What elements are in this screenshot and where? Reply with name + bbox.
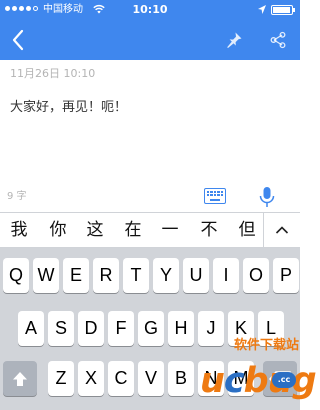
key-r[interactable]: R (93, 258, 119, 293)
key-l[interactable]: L (258, 311, 284, 346)
key-k[interactable]: K (228, 311, 254, 346)
keyboard-icon (207, 191, 223, 196)
shift-key[interactable] (3, 361, 37, 396)
key-y[interactable]: Y (153, 258, 179, 293)
nav-bar (0, 20, 300, 60)
key-i[interactable]: I (213, 258, 239, 293)
battery-icon (271, 5, 295, 15)
pin-button[interactable] (222, 28, 246, 52)
key-o[interactable]: O (243, 258, 269, 293)
candidate-word[interactable]: 这 (80, 213, 110, 247)
pin-icon (227, 32, 242, 48)
key-q[interactable]: Q (3, 258, 29, 293)
keyboard: Q W E R T Y U I O P A S D F G H J K L Z … (0, 248, 300, 410)
candidate-word[interactable]: 你 (43, 213, 73, 247)
key-u[interactable]: U (183, 258, 209, 293)
key-s[interactable]: S (48, 311, 74, 346)
key-m[interactable]: M (228, 361, 254, 396)
key-x[interactable]: X (78, 361, 104, 396)
candidate-bar: 我 你 这 在 一 不 但 (0, 212, 300, 248)
candidate-expand-button[interactable] (263, 213, 300, 247)
char-count: 9 字 (7, 191, 27, 202)
key-c[interactable]: C (108, 361, 134, 396)
chevron-up-icon (275, 226, 289, 234)
back-button[interactable] (4, 24, 32, 56)
key-t[interactable]: T (123, 258, 149, 293)
backspace-icon (269, 371, 291, 387)
candidate-word[interactable]: 一 (155, 213, 185, 247)
key-a[interactable]: A (18, 311, 44, 346)
keyboard-toggle-button[interactable] (204, 188, 226, 204)
key-e[interactable]: E (63, 258, 89, 293)
key-b[interactable]: B (168, 361, 194, 396)
share-icon (270, 31, 286, 49)
candidate-word[interactable]: 在 (118, 213, 148, 247)
backspace-key[interactable] (263, 361, 297, 396)
key-f[interactable]: F (108, 311, 134, 346)
key-n[interactable]: N (198, 361, 224, 396)
back-chevron-icon (12, 29, 24, 51)
shift-arrow-icon (13, 372, 27, 386)
key-w[interactable]: W (33, 258, 59, 293)
share-button[interactable] (266, 28, 290, 52)
status-time: 10:10 (132, 3, 168, 16)
note-body-text[interactable]: 大家好，再见！呃！ (10, 100, 127, 116)
microphone-icon[interactable] (258, 186, 276, 208)
key-p[interactable]: P (273, 258, 299, 293)
key-v[interactable]: V (138, 361, 164, 396)
location-arrow-icon (258, 5, 266, 14)
candidate-word[interactable]: 不 (194, 213, 224, 247)
note-date: 11月26日 10:10 (10, 67, 96, 80)
status-bar: 中国移动 10:10 (0, 0, 300, 20)
key-d[interactable]: D (78, 311, 104, 346)
key-j[interactable]: J (198, 311, 224, 346)
candidate-word[interactable]: 我 (4, 213, 34, 247)
key-h[interactable]: H (168, 311, 194, 346)
key-z[interactable]: Z (48, 361, 74, 396)
key-g[interactable]: G (138, 311, 164, 346)
candidate-word[interactable]: 但 (232, 213, 262, 247)
